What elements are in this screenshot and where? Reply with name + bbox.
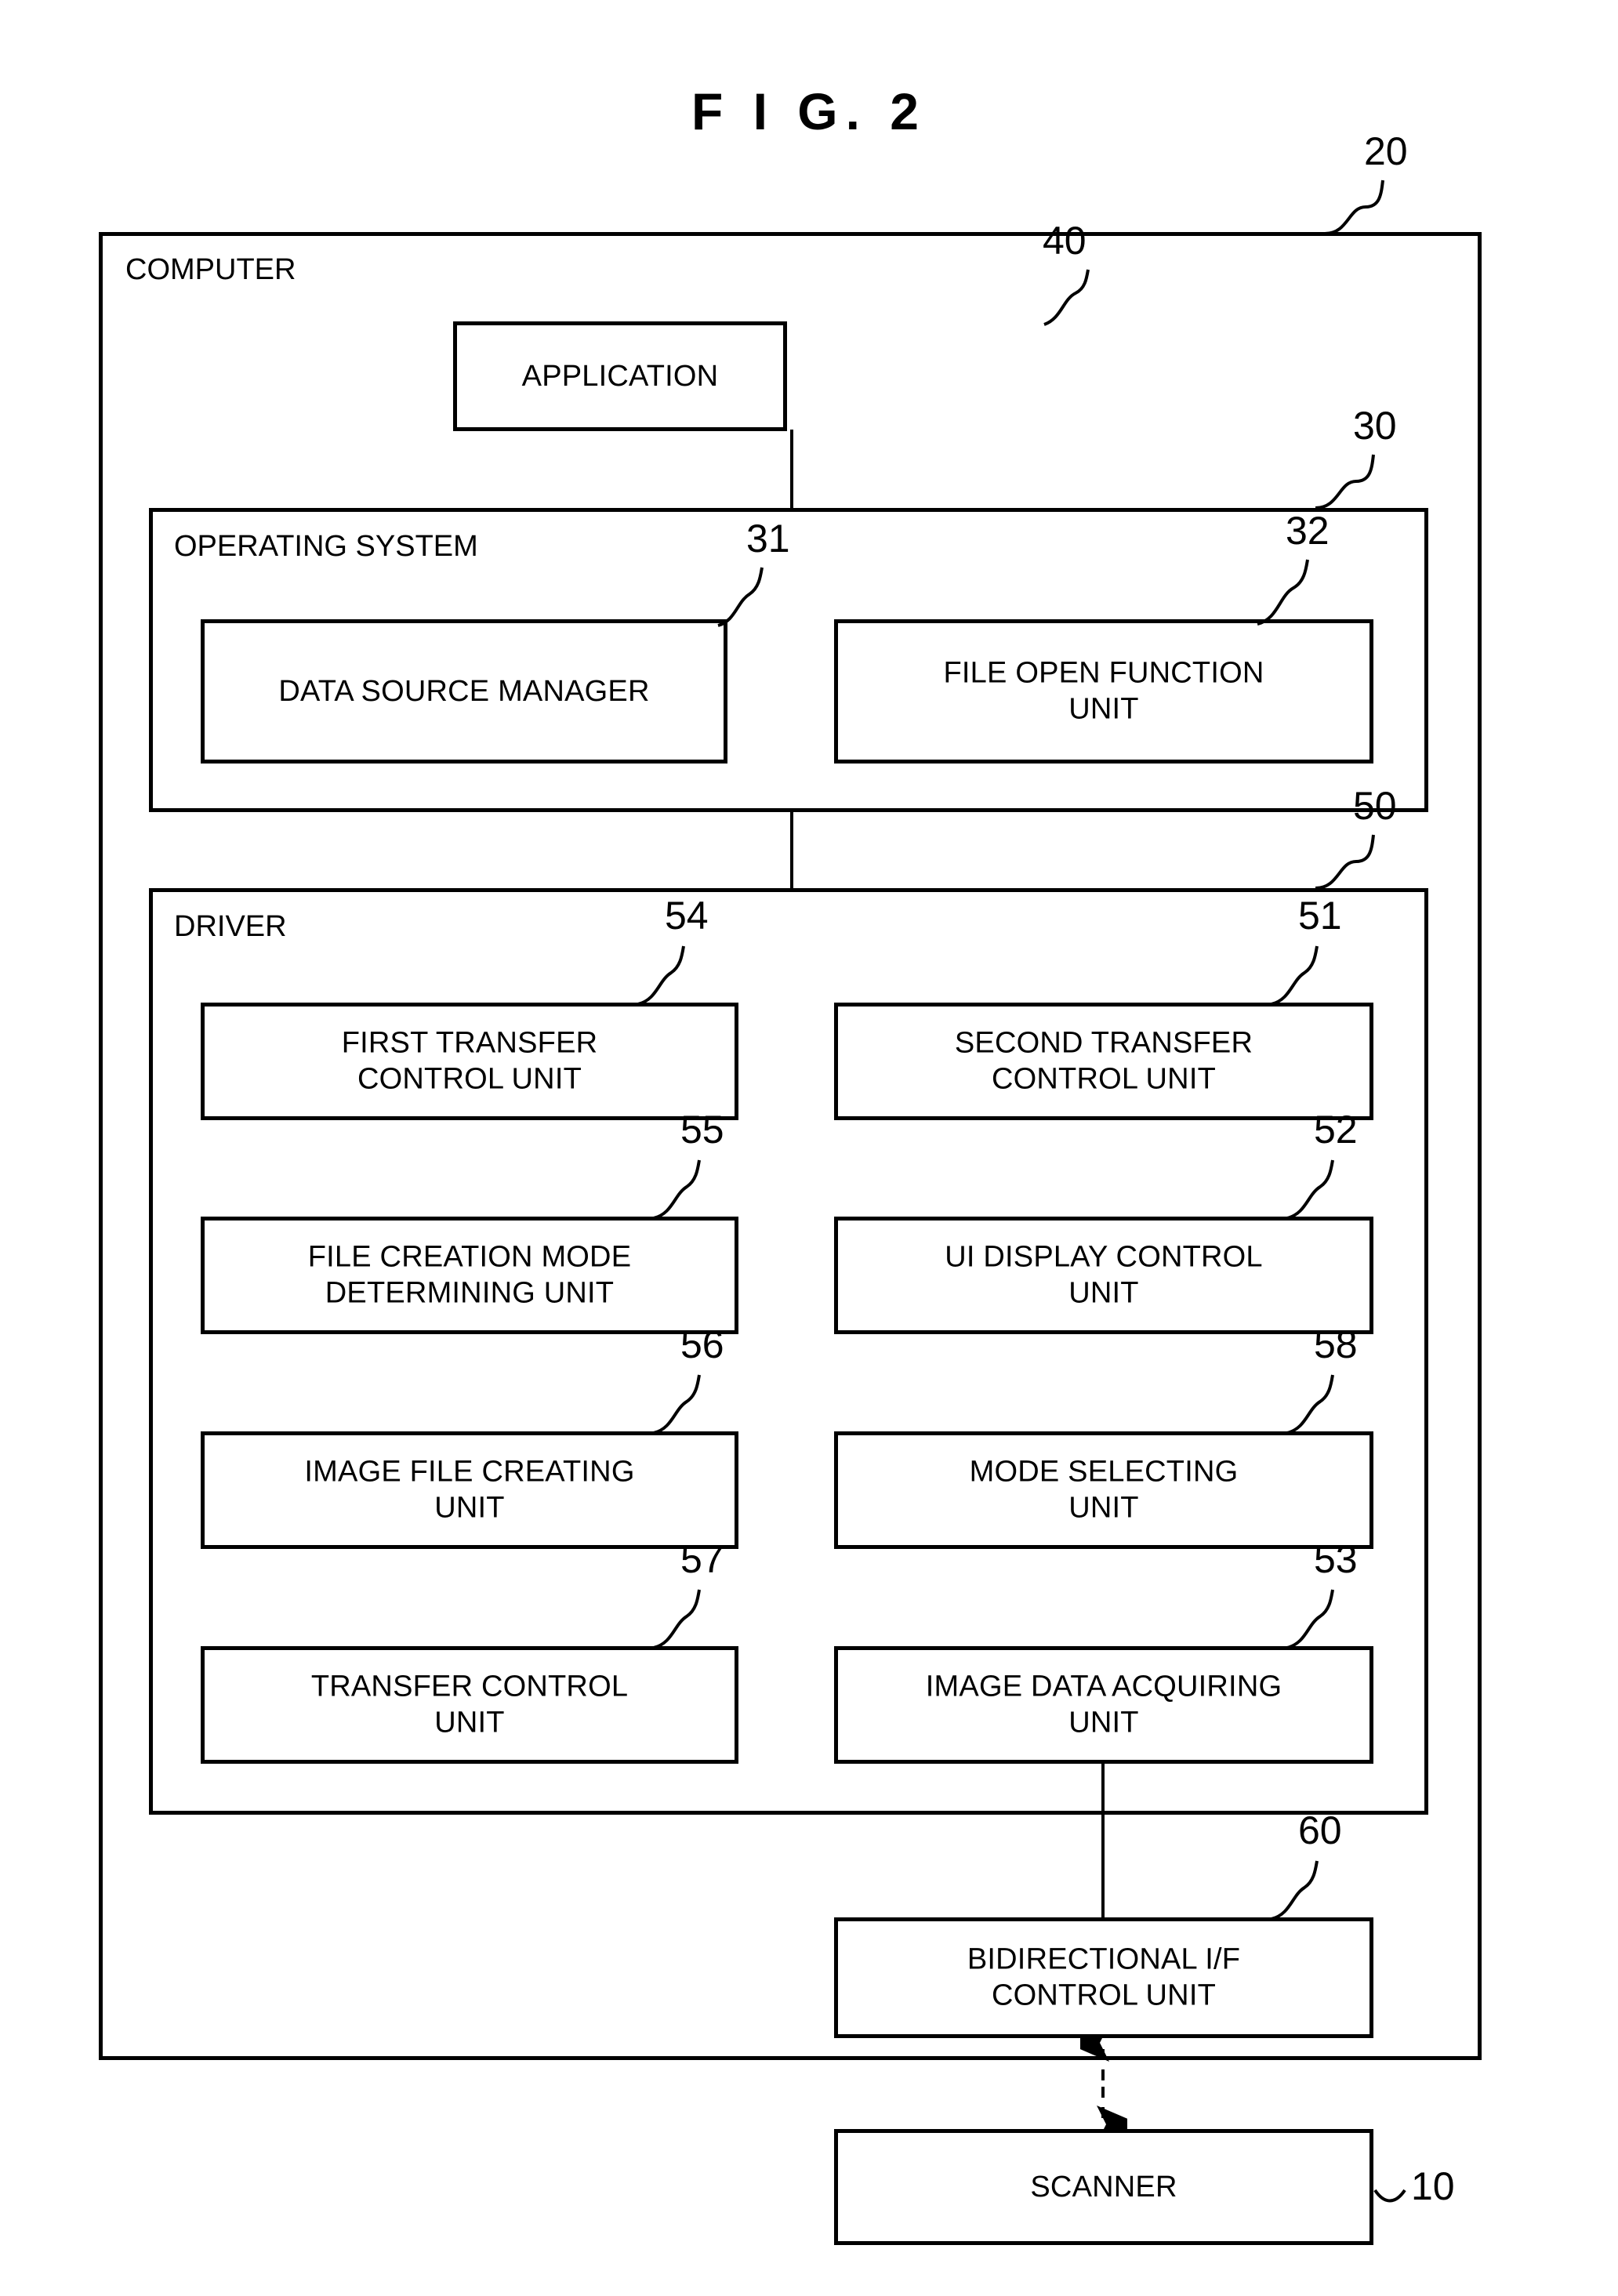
ref-numeral-60: 60 [1298, 1808, 1342, 1852]
bidirectional-if-control-unit-box: BIDIRECTIONAL I/F CONTROL UNIT [834, 1917, 1373, 2038]
ref-numeral-30: 30 [1353, 404, 1397, 448]
connector-os-driver [790, 811, 793, 890]
scanner-box: SCANNER [834, 2129, 1373, 2245]
connector-application-os [790, 430, 793, 510]
computer-label: COMPUTER [125, 253, 296, 286]
ref-numeral-58: 58 [1314, 1322, 1358, 1366]
connector-image-data-acquiring-to-bidirectional-if [1101, 1762, 1105, 1919]
scanner-label: SCANNER [1030, 2170, 1177, 2204]
ref-numeral-56: 56 [680, 1322, 724, 1366]
figure-canvas: F I G. 2 COMPUTER 20 APPLICATION 40 OPER… [0, 0, 1618, 2296]
ref-numeral-55: 55 [680, 1108, 724, 1152]
ref-numeral-51: 51 [1298, 894, 1342, 938]
file-creation-mode-determining-unit-label: FILE CREATION MODE DETERMINING UNIT [307, 1240, 632, 1310]
application-label: APPLICATION [521, 359, 719, 393]
image-file-creating-unit-label: IMAGE FILE CREATING UNIT [304, 1455, 635, 1525]
image-data-acquiring-unit-label: IMAGE DATA ACQUIRING UNIT [925, 1670, 1282, 1739]
application-box: APPLICATION [453, 321, 787, 431]
first-transfer-control-unit-label: FIRST TRANSFER CONTROL UNIT [341, 1026, 598, 1096]
mode-selecting-unit-box: MODE SELECTING UNIT [834, 1431, 1373, 1549]
file-creation-mode-determining-unit-box: FILE CREATION MODE DETERMINING UNIT [201, 1217, 738, 1334]
ref-numeral-32: 32 [1286, 509, 1330, 553]
mode-selecting-unit-label: MODE SELECTING UNIT [969, 1455, 1239, 1525]
transfer-control-unit-label: TRANSFER CONTROL UNIT [310, 1670, 629, 1739]
ref-numeral-40: 40 [1043, 219, 1087, 263]
ref-numeral-50: 50 [1353, 784, 1397, 828]
second-transfer-control-unit-label: SECOND TRANSFER CONTROL UNIT [954, 1026, 1253, 1096]
ref-numeral-31: 31 [746, 517, 790, 560]
image-data-acquiring-unit-box: IMAGE DATA ACQUIRING UNIT [834, 1646, 1373, 1764]
operating-system-label: OPERATING SYSTEM [174, 530, 478, 563]
ref-numeral-57: 57 [680, 1537, 724, 1581]
bidirectional-if-control-unit-label: BIDIRECTIONAL I/F CONTROL UNIT [967, 1942, 1241, 2012]
ref-numeral-52: 52 [1314, 1108, 1358, 1152]
ui-display-control-unit-box: UI DISPLAY CONTROL UNIT [834, 1217, 1373, 1334]
bidirectional-dashed-arrow [1065, 2024, 1141, 2143]
data-source-manager-box: DATA SOURCE MANAGER [201, 619, 727, 764]
ui-display-control-unit-label: UI DISPLAY CONTROL UNIT [945, 1240, 1263, 1310]
transfer-control-unit-box: TRANSFER CONTROL UNIT [201, 1646, 738, 1764]
driver-label: DRIVER [174, 910, 287, 943]
ref-numeral-53: 53 [1314, 1537, 1358, 1581]
ref-numeral-10: 10 [1411, 2164, 1455, 2208]
image-file-creating-unit-box: IMAGE FILE CREATING UNIT [201, 1431, 738, 1549]
ref-numeral-20: 20 [1364, 129, 1408, 173]
data-source-manager-label: DATA SOURCE MANAGER [278, 674, 650, 708]
file-open-function-unit-label: FILE OPEN FUNCTION UNIT [943, 656, 1264, 726]
ref-numeral-54: 54 [665, 894, 709, 938]
file-open-function-unit-box: FILE OPEN FUNCTION UNIT [834, 619, 1373, 764]
second-transfer-control-unit-box: SECOND TRANSFER CONTROL UNIT [834, 1003, 1373, 1120]
first-transfer-control-unit-box: FIRST TRANSFER CONTROL UNIT [201, 1003, 738, 1120]
